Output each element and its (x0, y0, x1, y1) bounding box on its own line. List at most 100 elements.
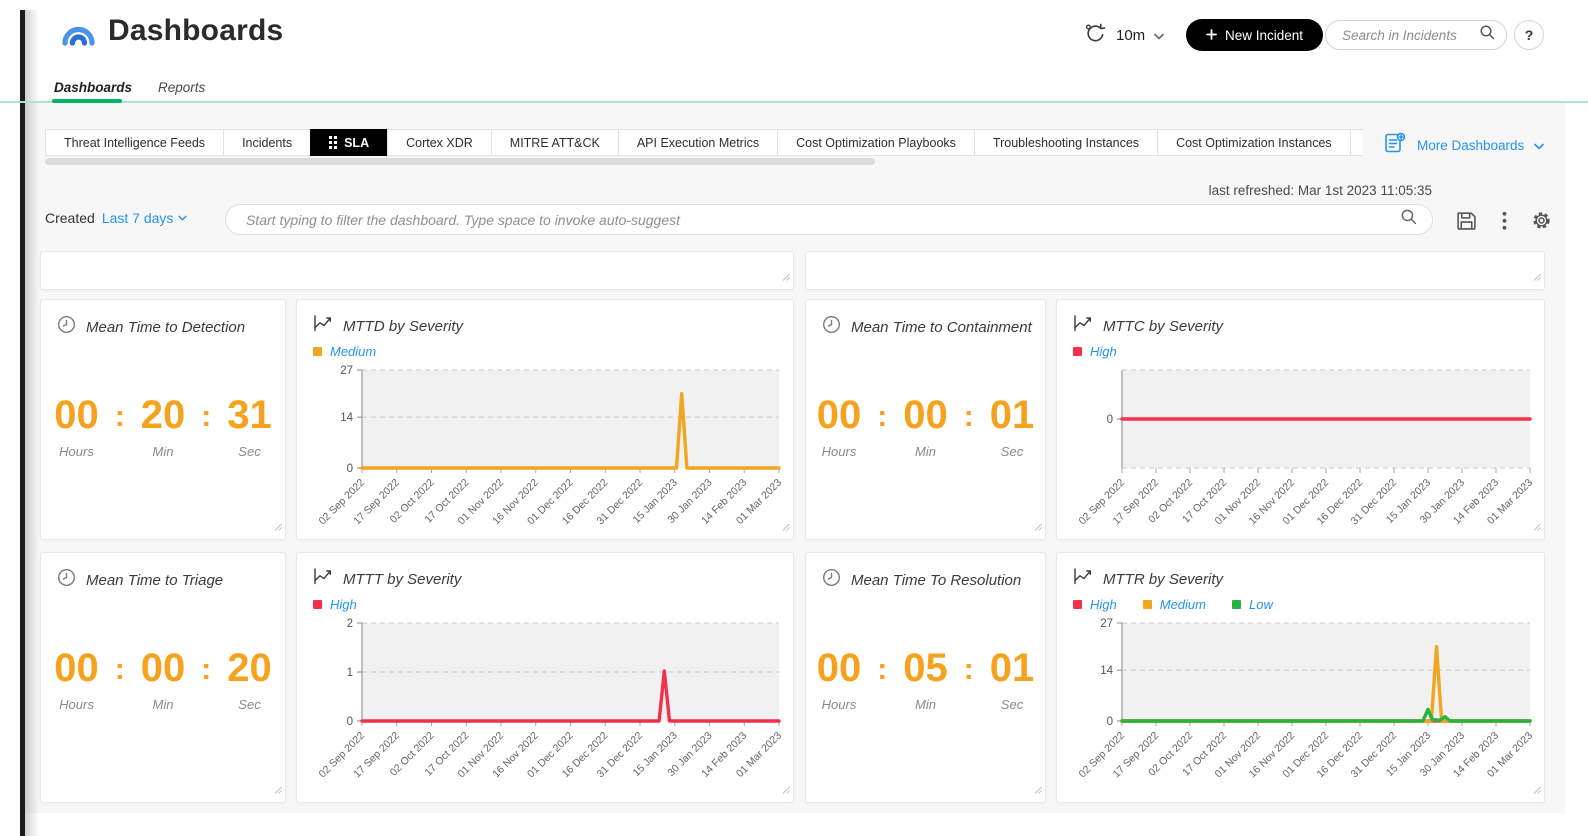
timer-value: 00Hours:20Min:31Sec (41, 395, 285, 459)
legend-label: High (1090, 344, 1117, 359)
timer-sec: 31 (227, 395, 272, 435)
dashboard-tabs-scrollbar[interactable] (45, 158, 875, 165)
legend-item-medium[interactable]: Medium (313, 344, 376, 359)
dashboard-tab-label: Incidents (242, 136, 292, 150)
resize-handle[interactable] (1532, 268, 1541, 286)
cortex-logo-icon (58, 16, 98, 59)
tab-dashboards[interactable]: Dashboards (54, 80, 132, 95)
resize-handle[interactable] (273, 518, 282, 536)
timer-sec-label: Sec (990, 697, 1035, 712)
clock-icon (57, 568, 76, 592)
resize-handle[interactable] (1033, 781, 1042, 799)
resize-handle[interactable] (781, 518, 790, 536)
timer-sec: 20 (227, 648, 272, 688)
dashboard-tab-api-execution-metrics[interactable]: API Execution Metrics (618, 129, 778, 156)
timer-hours-label: Hours (54, 697, 99, 712)
card-mttt-by-severity: MTTT by SeverityHigh01202 Sep 202217 Sep… (296, 552, 794, 803)
chevron-down-icon (178, 215, 187, 221)
chart-title: MTTR by Severity (1103, 571, 1223, 588)
timer-min-label: Min (141, 444, 186, 459)
chart-legend: High (313, 597, 357, 612)
dashboard-tab-troubleshooting-playbo[interactable]: Troubleshooting Playbo (1350, 129, 1363, 156)
dashboard-tab-cost-optimization-instances[interactable]: Cost Optimization Instances (1157, 129, 1351, 156)
plus-icon (1206, 28, 1217, 43)
dashboard-tab-label: Threat Intelligence Feeds (64, 136, 205, 150)
svg-text:0: 0 (347, 463, 353, 475)
new-incident-button[interactable]: New Incident (1186, 19, 1323, 51)
resize-handle[interactable] (781, 781, 790, 799)
legend-item-low[interactable]: Low (1232, 597, 1273, 612)
legend-swatch (1073, 600, 1082, 609)
legend-swatch (1232, 600, 1241, 609)
legend-item-high[interactable]: High (1073, 597, 1117, 612)
timer-colon: : (115, 395, 125, 459)
kebab-menu-icon[interactable] (1502, 211, 1507, 236)
created-range-value: Last 7 days (102, 210, 174, 226)
timer-sec-label: Sec (227, 697, 272, 712)
legend-item-medium[interactable]: Medium (1143, 597, 1206, 612)
dashboard-tab-label: Cortex XDR (406, 136, 473, 150)
refresh-icon (1084, 22, 1107, 49)
timer-hours: 00 (817, 648, 862, 688)
card-mean-time-to-triage: Mean Time to Triage00Hours:00Min:20Sec (40, 552, 286, 803)
timer-min-label: Min (903, 697, 948, 712)
save-dashboard-icon[interactable] (1456, 210, 1477, 236)
dashboard-filter-box (225, 204, 1433, 235)
search-icon[interactable] (1400, 208, 1418, 231)
incident-search-input[interactable] (1342, 28, 1479, 43)
resize-handle[interactable] (273, 781, 282, 799)
dashboard-tab-sla[interactable]: SLA (310, 129, 388, 156)
resize-handle[interactable] (781, 268, 790, 286)
legend-swatch (1073, 347, 1082, 356)
dashboard-filter-input[interactable] (246, 212, 1400, 228)
dashboard-tab-threat-intelligence-feeds[interactable]: Threat Intelligence Feeds (45, 129, 224, 156)
dashboard-tab-cortex-xdr[interactable]: Cortex XDR (387, 129, 492, 156)
timer-value: 00Hours:00Min:20Sec (41, 648, 285, 712)
line-chart-icon (313, 315, 333, 337)
resize-handle[interactable] (1532, 781, 1541, 799)
created-range-dropdown[interactable]: Last 7 days (102, 210, 188, 226)
line-chart-icon (1073, 568, 1093, 590)
incident-search-box (1325, 20, 1507, 50)
tab-reports[interactable]: Reports (158, 80, 205, 95)
partial-card-left (40, 251, 794, 290)
line-chart-icon (1073, 315, 1093, 337)
timer-value: 00Hours:00Min:01Sec (806, 395, 1045, 459)
dashboard-tab-label: API Execution Metrics (637, 136, 759, 150)
auto-refresh-control[interactable]: 10m (1084, 22, 1164, 49)
svg-text:1: 1 (347, 667, 353, 679)
timer-colon: : (201, 395, 211, 459)
legend-swatch (313, 347, 322, 356)
last-refreshed-text: last refreshed: Mar 1st 2023 11:05:35 (932, 183, 1432, 198)
timer-sec: 01 (990, 395, 1035, 435)
help-question-mark: ? (1525, 27, 1534, 43)
timer-min: 20 (141, 395, 186, 435)
timer-colon: : (115, 648, 125, 712)
line-chart-icon (313, 568, 333, 590)
timer-colon: : (964, 648, 974, 712)
more-dashboards-control[interactable]: More Dashboards (1383, 131, 1544, 160)
resize-handle[interactable] (1532, 518, 1541, 536)
help-button[interactable]: ? (1514, 20, 1544, 50)
legend-item-high[interactable]: High (1073, 344, 1117, 359)
legend-swatch (313, 600, 322, 609)
chart-title: MTTC by Severity (1103, 318, 1223, 335)
legend-item-high[interactable]: High (313, 597, 357, 612)
chart-plot: 0142702 Sep 202217 Sep 202202 Oct 202217… (1067, 615, 1536, 792)
dashboard-tab-label: SLA (344, 136, 369, 150)
legend-label: Low (1249, 597, 1273, 612)
card-title: Mean Time To Resolution (851, 572, 1021, 589)
dashboard-tab-troubleshooting-instances[interactable]: Troubleshooting Instances (974, 129, 1158, 156)
svg-text:14: 14 (340, 412, 353, 424)
settings-gear-icon[interactable] (1531, 210, 1552, 236)
dashboard-tab-incidents[interactable]: Incidents (223, 129, 311, 156)
dashboard-tab-mitre-att-ck[interactable]: MITRE ATT&CK (491, 129, 619, 156)
search-icon[interactable] (1479, 24, 1496, 46)
timer-hours-label: Hours (817, 444, 862, 459)
resize-handle[interactable] (1033, 518, 1042, 536)
more-dashboards-label: More Dashboards (1417, 138, 1524, 153)
dashboard-tab-cost-optimization-playbooks[interactable]: Cost Optimization Playbooks (777, 129, 975, 156)
chart-title: MTTT by Severity (343, 571, 461, 588)
card-mttr-by-severity: MTTR by Severity High Medium Low 0142702 Sep… (1056, 552, 1545, 803)
legend-label: Medium (1160, 597, 1206, 612)
